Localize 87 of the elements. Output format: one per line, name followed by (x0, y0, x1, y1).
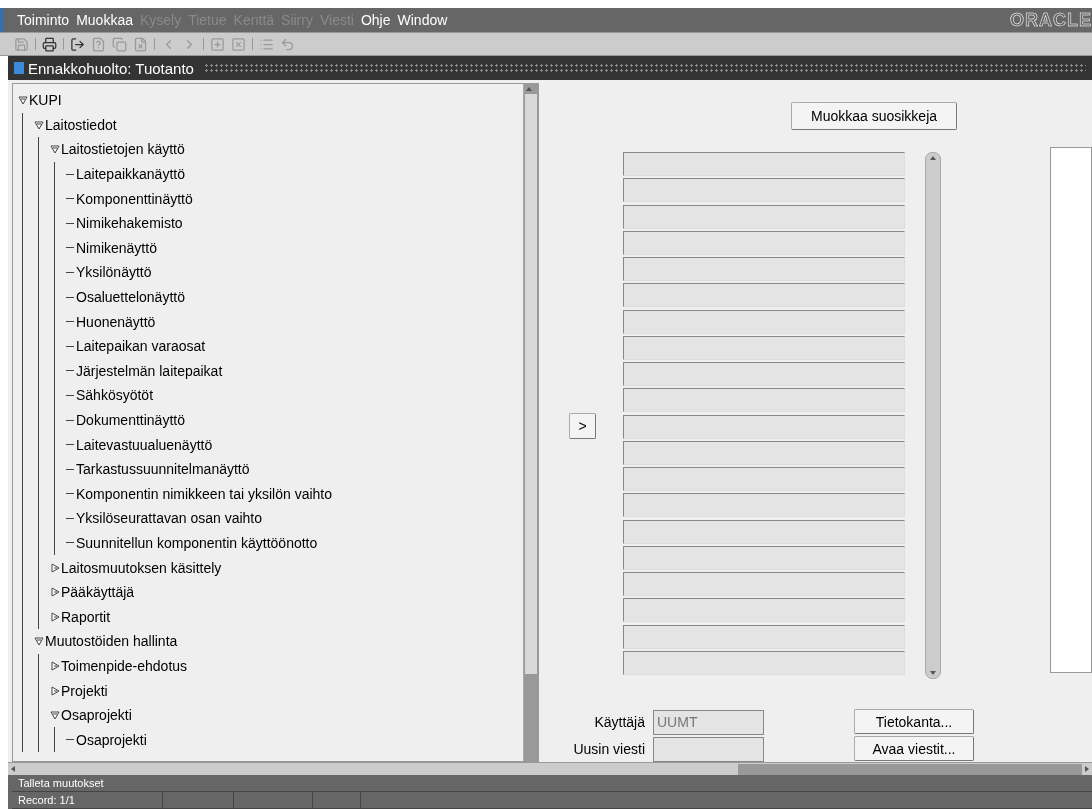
save-icon[interactable] (14, 36, 29, 52)
latest-message-field[interactable] (653, 736, 764, 762)
favorite-field[interactable] (623, 178, 905, 203)
collapse-icon[interactable] (50, 144, 60, 155)
copy-icon[interactable] (112, 36, 127, 52)
move-button[interactable]: > (569, 412, 596, 439)
favorite-field[interactable] (623, 440, 905, 465)
add-record-icon[interactable] (210, 36, 225, 52)
query-icon[interactable] (91, 36, 106, 52)
collapse-icon[interactable] (18, 95, 28, 106)
tree-item[interactable]: Komponenttinäyttö (76, 190, 193, 207)
favorite-field[interactable] (623, 493, 905, 518)
remove-record-icon[interactable] (231, 36, 246, 52)
favorite-field[interactable] (623, 257, 905, 281)
tree-item[interactable]: Suunnitellun komponentin käyttöönotto (76, 535, 318, 551)
menu-item[interactable]: Muokkaa (76, 12, 133, 28)
tree-item[interactable]: Järjestelmän laitepaikat (76, 362, 223, 379)
tree-item[interactable]: Raportit (61, 608, 111, 625)
favorite-field[interactable] (623, 388, 905, 413)
favorite-field[interactable] (623, 204, 905, 229)
menu-item[interactable]: Window (397, 12, 448, 28)
tree-item[interactable]: Yksilönäyttö (76, 264, 152, 281)
menu-item[interactable]: Toiminto (17, 12, 70, 28)
favorite-field[interactable] (623, 309, 905, 334)
tree-item[interactable]: Laitostietojen käyttö (61, 141, 185, 158)
favorite-field[interactable] (623, 283, 905, 308)
collapse-icon[interactable] (50, 710, 60, 721)
tree-item[interactable]: Laitepaikan varaosat (76, 338, 206, 355)
favorite-field[interactable] (623, 362, 905, 386)
expand-icon[interactable] (50, 562, 60, 573)
expand-icon[interactable] (50, 660, 60, 671)
tree-item[interactable]: Osaprojekti (61, 707, 132, 724)
favorite-field[interactable] (623, 572, 905, 596)
tree-item[interactable]: Osaprojekti (76, 731, 147, 748)
user-field[interactable]: UUMT (653, 709, 764, 735)
exit-icon[interactable] (70, 36, 85, 52)
tree-item[interactable]: Muutostöiden hallinta (45, 633, 178, 650)
tree-item[interactable]: Laitepaikkanäyttö (76, 166, 185, 183)
favorite-field[interactable] (623, 414, 905, 439)
menu-item[interactable]: Ohje (360, 12, 391, 28)
tree-item[interactable]: Nimikenäyttö (76, 239, 157, 256)
window-title: Ennakkohuolto: Tuotanto (28, 59, 194, 77)
undo-icon[interactable] (280, 36, 295, 52)
list-scrollbar[interactable] (925, 152, 941, 679)
field-label: Käyttäjä (593, 714, 645, 730)
favorite-field[interactable] (623, 519, 905, 544)
status-message: Talleta muutokset (17, 777, 104, 789)
favorite-field[interactable] (623, 624, 905, 649)
favorite-field[interactable] (623, 152, 905, 176)
vertical-scrollbar[interactable] (523, 84, 538, 761)
action-button[interactable]: Avaa viestit... (854, 736, 974, 761)
favorite-field[interactable] (623, 467, 905, 491)
tree-item[interactable]: Laitevastuualuenäyttö (76, 436, 213, 453)
printer-icon[interactable] (42, 36, 57, 52)
tree-item[interactable]: Toimenpide-ehdotus (61, 657, 188, 674)
favorite-field[interactable] (623, 545, 905, 570)
tree-item[interactable]: KUPI (29, 92, 62, 109)
tree-item[interactable]: Tarkastussuunnitelmanäyttö (76, 461, 250, 478)
tree-item[interactable]: Laitosmuutoksen käsittely (61, 559, 222, 576)
expand-icon[interactable] (50, 587, 60, 598)
record-counter: Record: 1/1 (17, 794, 76, 806)
tree-item[interactable]: Nimikehakemisto (76, 215, 183, 232)
delete-icon[interactable] (133, 36, 148, 52)
tree-item[interactable]: Pääkäyttäjä (61, 584, 135, 601)
expand-icon[interactable] (50, 611, 60, 622)
tree-item[interactable]: Osaluettelonäyttö (76, 289, 185, 306)
favorite-field[interactable] (623, 598, 905, 623)
brand-logo: ORACLE (1010, 9, 1092, 31)
tree-item[interactable]: Yksilöseurattavan osan vaihto (76, 510, 262, 527)
favorite-field[interactable] (623, 335, 905, 360)
collapse-icon[interactable] (34, 636, 44, 647)
tree-item[interactable]: Projekti (61, 682, 108, 699)
window-icon (14, 62, 24, 74)
tree-item[interactable]: Dokumenttinäyttö (76, 412, 185, 428)
tree-item[interactable]: Sähkösyötöt (76, 387, 154, 404)
edit-favorites-button[interactable]: Muokkaa suosikkeja (791, 102, 957, 130)
field-label: Uusin viesti (572, 741, 645, 757)
tree-item[interactable]: Huonenäyttö (76, 313, 156, 330)
expand-icon[interactable] (50, 685, 60, 696)
favorite-field[interactable] (623, 650, 905, 675)
horizontal-scrollbar[interactable] (8, 762, 1092, 775)
action-button[interactable]: Tietokanta... (854, 709, 974, 734)
list-icon[interactable] (259, 36, 274, 52)
collapse-icon[interactable] (34, 119, 44, 130)
tree-item[interactable]: Komponentin nimikkeen tai yksilön vaihto (76, 485, 333, 502)
favorite-field[interactable] (623, 230, 905, 255)
tree-item[interactable]: Laitostiedot (45, 116, 117, 133)
